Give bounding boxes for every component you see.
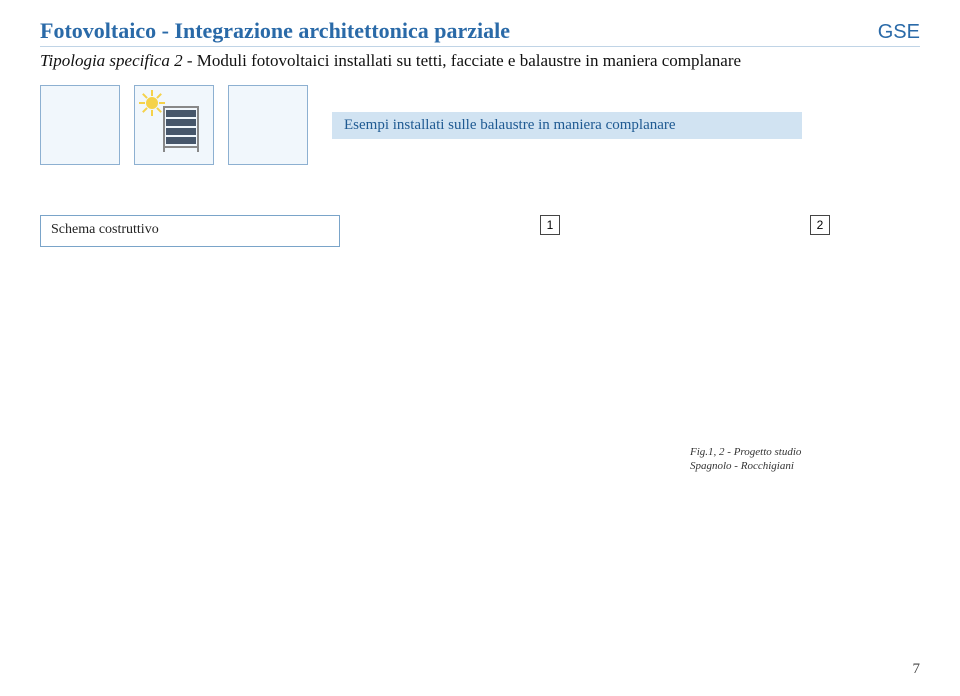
caption-line2: Spagnolo - Rocchigiani	[690, 460, 794, 472]
schema-label: Schema costruttivo	[51, 222, 159, 237]
schema-row: Schema costruttivo 1 2	[40, 215, 920, 247]
caption-line1: Fig.1, 2 - Progetto studio	[690, 446, 801, 458]
page-title: Fotovoltaico - Integrazione architettoni…	[40, 18, 510, 44]
figure-numbers: 1 2	[540, 215, 830, 235]
icon-placeholder-1	[40, 85, 120, 165]
icon-placeholder-2	[228, 85, 308, 165]
figure-caption: Fig.1, 2 - Progetto studio Spagnolo - Ro…	[690, 445, 840, 474]
figure-number-1: 1	[540, 215, 560, 235]
examples-label: Esempi installati sulle balaustre in man…	[332, 112, 802, 139]
schema-label-box: Schema costruttivo	[40, 215, 340, 247]
balustrade-icon	[163, 106, 199, 152]
icon-balustrade	[134, 85, 214, 165]
figure-number-2: 2	[810, 215, 830, 235]
sun-icon	[141, 92, 163, 114]
icons-row: Esempi installati sulle balaustre in man…	[40, 85, 920, 165]
subtitle-text: Moduli fotovoltaici installati su tetti,…	[197, 51, 741, 70]
subtitle-prefix: Tipologia specifica 2 -	[40, 51, 197, 70]
page-subtitle: Tipologia specifica 2 - Moduli fotovolta…	[40, 51, 920, 71]
page-number: 7	[913, 661, 921, 678]
page-header: Fotovoltaico - Integrazione architettoni…	[40, 18, 920, 47]
brand-logo: GSE	[878, 21, 920, 44]
